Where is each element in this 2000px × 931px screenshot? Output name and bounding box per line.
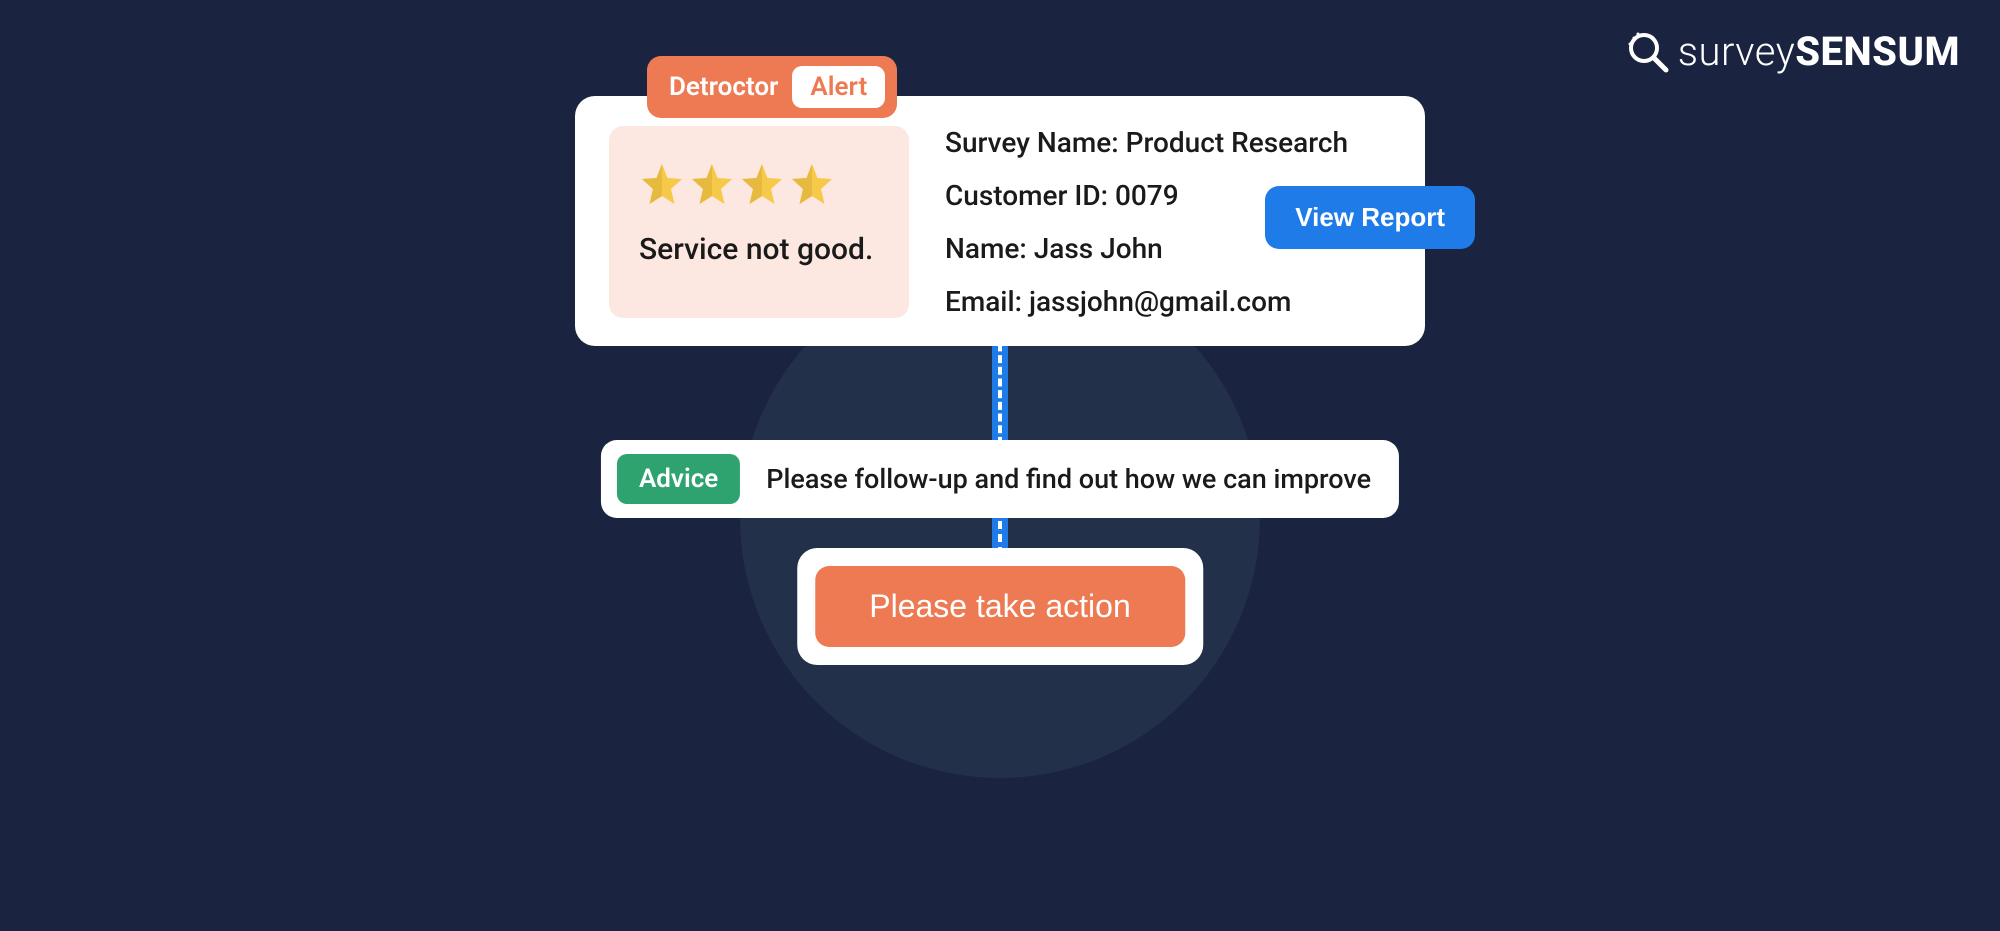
customer-id-label: Customer ID: — [945, 179, 1108, 212]
customer-email-value: jassjohn@gmail.com — [1029, 285, 1291, 318]
star-rating — [639, 162, 879, 208]
detractor-badge: Detroctor — [669, 72, 778, 102]
advice-card: Advice Please follow-up and find out how… — [601, 440, 1399, 518]
advice-text: Please follow-up and find out how we can… — [766, 463, 1371, 495]
view-report-button[interactable]: View Report — [1265, 186, 1475, 249]
survey-name-label: Survey Name: — [945, 126, 1119, 159]
customer-email: Email: jassjohn@gmail.com — [945, 285, 1391, 318]
brand-name-bold: SENSUM — [1795, 28, 1960, 75]
alert-badge: Alert — [792, 66, 885, 108]
customer-name-label: Name: — [945, 232, 1027, 265]
brand-name: surveySENSUM — [1678, 28, 1960, 75]
take-action-button[interactable]: Please take action — [815, 566, 1185, 647]
detractor-alert-card: Detroctor Alert Service not good. Survey… — [575, 96, 1425, 346]
rating-comment: Service not good. — [639, 232, 879, 267]
customer-name-value: Jass John — [1034, 232, 1163, 265]
brand-logo: surveySENSUM — [1626, 28, 1960, 75]
survey-name: Survey Name: Product Research — [945, 126, 1391, 159]
customer-email-label: Email: — [945, 285, 1022, 318]
star-icon — [639, 162, 685, 208]
brand-name-thin: survey — [1678, 28, 1796, 75]
magnifier-icon — [1626, 30, 1670, 74]
star-icon — [689, 162, 735, 208]
action-card: Please take action — [797, 548, 1203, 665]
advice-badge: Advice — [617, 454, 740, 504]
star-icon — [789, 162, 835, 208]
customer-id-value: 0079 — [1115, 179, 1179, 212]
star-icon — [739, 162, 785, 208]
badge-group: Detroctor Alert — [647, 56, 897, 118]
rating-box: Service not good. — [609, 126, 909, 318]
survey-name-value: Product Research — [1126, 126, 1348, 159]
